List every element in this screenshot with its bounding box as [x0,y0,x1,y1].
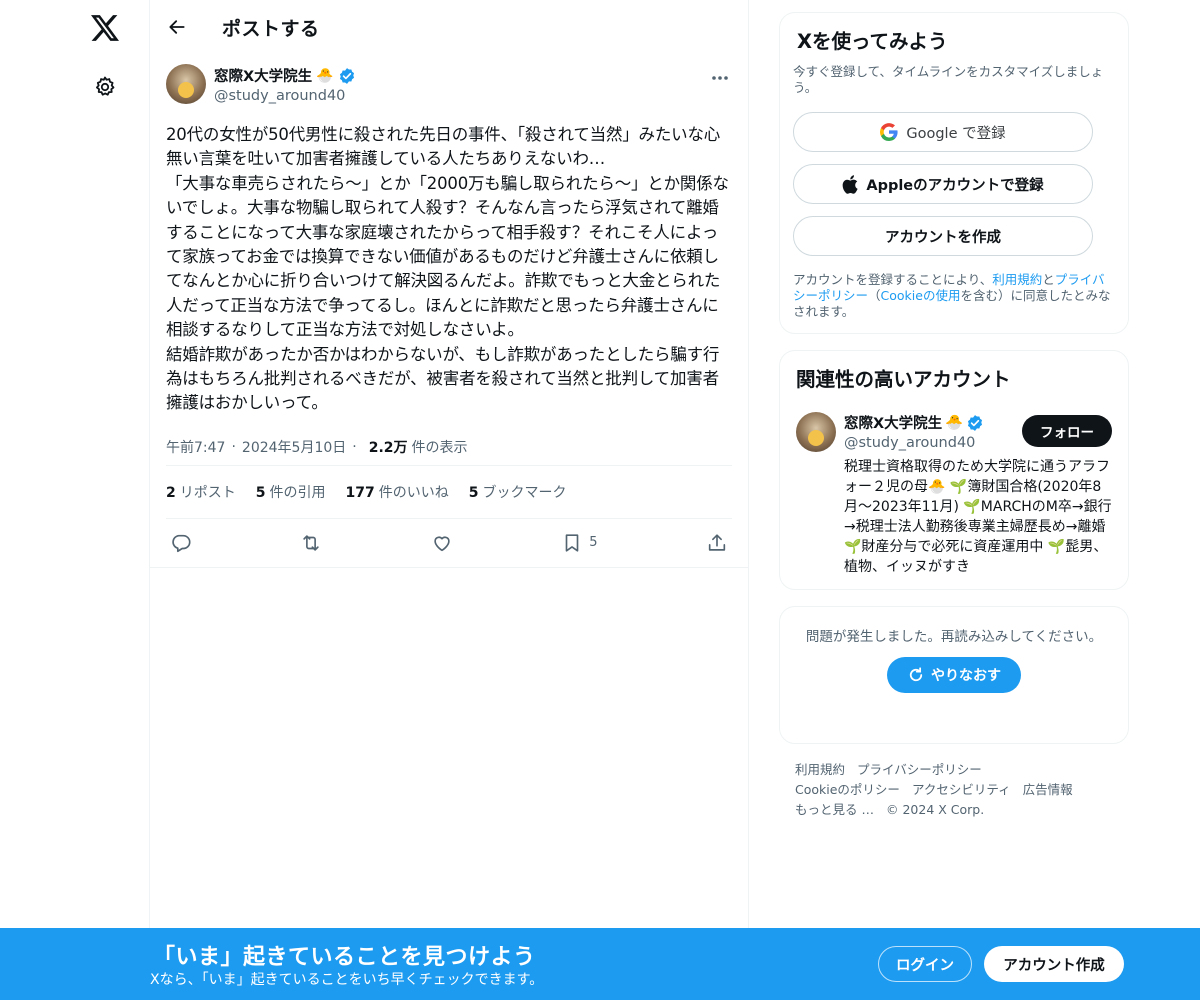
heart-icon [434,536,450,552]
author-block: 窓際X大学院生 🐣 @study_around40 [214,65,356,104]
separator-dot: · [231,439,236,456]
footer-links: 利用規約 プライバシーポリシー Cookieのポリシー アクセシビリティ 広告情報 も… [779,760,1129,820]
footer-copyright: © 2024 X Corp. [885,802,985,817]
reply-button[interactable] [170,532,192,554]
signup-subtitle: 今すぐ登録して、タイムラインをカスタマイズしましょう。 [793,64,1104,95]
signup-button[interactable]: アカウント作成 [984,946,1124,982]
google-signup-label: Google で登録 [906,125,1006,142]
author-handle[interactable]: @study_around40 [214,88,356,104]
divider [150,566,748,568]
google-logo-icon [880,123,898,141]
related-accounts-card: 関連性の高いアカウント 窓際X大学院生 🐣 @study_around40 フォ… [779,350,1129,590]
share-icon [708,534,726,551]
related-user-bio: 税理士資格取得のため大学院に通うアラフォー２児の母🐣 🌱簿財国合格(2020年8… [844,459,1112,575]
reposts-stat[interactable]: 2 リポスト [166,482,236,502]
legal-text: と [1042,272,1055,287]
related-title: 関連性の高いアカウント [796,368,1011,391]
error-message: 問題が発生しました。再読み込みしてください。 [805,629,1103,645]
error-card: 問題が発生しました。再読み込みしてください。 やりなおす [779,606,1129,744]
footer-ads-link[interactable]: 広告情報 [1023,782,1073,797]
footer-more-link[interactable]: もっと見る … [795,802,874,817]
legal-notice: アカウントを登録することにより、利用規約とプライバシーポリシー（Cookieの使… [793,272,1115,320]
post-header: 窓際X大学院生 🐣 @study_around40 [166,64,732,108]
views-count: 2.2万 [368,440,408,457]
apple-signup-label: Appleのアカウントで登録 [866,177,1044,194]
post-date[interactable]: 2024年5月10日 [242,437,346,457]
legal-text: （ [868,288,881,303]
chick-emoji-icon: 🐣 [945,415,964,431]
bookmark-button[interactable]: 5 [561,532,598,554]
right-sidebar: Xを使ってみよう 今すぐ登録して、タイムラインをカスタマイズしましょう。 Goo… [779,12,1129,820]
post-time[interactable]: 午前7:47 [166,437,225,457]
footer-cookie-link[interactable]: Cookieのポリシー [795,782,900,797]
create-account-label: アカウントを作成 [885,229,1001,246]
likes-stat[interactable]: 177 件のいいね [346,482,449,502]
author-name[interactable]: 窓際X大学院生 [214,65,312,86]
apple-signup-button[interactable]: Appleのアカウントで登録 [793,164,1093,204]
like-button[interactable] [431,532,453,554]
reply-icon [172,534,191,552]
verified-badge-icon [968,414,983,431]
bookmark-count: 5 [589,535,598,551]
footer-terms-link[interactable]: 利用規約 [795,762,845,777]
legal-text: アカウントを登録することにより、 [793,272,993,287]
bottom-bar-title: 「いま」起きていることを見つけよう [153,945,536,970]
back-arrow-icon[interactable] [164,14,190,40]
related-user-handle[interactable]: @study_around40 [844,435,984,451]
views-label: 件の表示 [411,440,468,457]
x-logo-icon[interactable] [89,12,121,44]
signup-card: Xを使ってみよう 今すぐ登録して、タイムラインをカスタマイズしましょう。 Goo… [779,12,1129,334]
apple-logo-icon [842,174,858,194]
chick-emoji-icon: 🐣 [316,67,334,84]
signup-title: Xを使ってみよう [797,30,948,53]
page-header: ポストする [150,0,748,54]
post-text: 20代の女性が50代男性に殺された先日の事件、「殺されて当然」みたいな心無い言葉… [166,125,729,413]
bookmark-icon [565,534,579,552]
login-button[interactable]: ログイン [878,946,972,982]
avatar[interactable] [166,64,206,104]
left-nav [0,0,150,1000]
bookmarks-stat[interactable]: 5 ブックマーク [469,482,567,502]
page-title: ポストする [222,17,320,40]
separator-dot: · [352,439,357,456]
more-options-icon[interactable] [708,68,732,88]
terms-link[interactable]: 利用規約 [992,272,1042,287]
refresh-icon [909,667,923,682]
cookie-link[interactable]: Cookieの使用 [881,288,961,303]
create-account-button[interactable]: アカウントを作成 [793,216,1093,256]
post-actions: 5 [166,519,732,567]
gear-icon[interactable] [90,72,120,102]
follow-button[interactable]: フォロー [1022,415,1112,447]
post: 窓際X大学院生 🐣 @study_around40 20代の女性が50代男性に殺… [150,54,748,567]
share-button[interactable] [706,532,728,554]
post-meta: 午前7:47 · 2024年5月10日 · 2.2万 件の表示 [166,430,732,466]
quotes-stat[interactable]: 5 件の引用 [256,482,326,502]
main-column: ポストする 窓際X大学院生 🐣 @study_around40 20代の女性が5… [150,0,749,1000]
repost-button[interactable] [300,532,322,554]
related-user-name[interactable]: 窓際X大学院生 [844,412,942,433]
footer-accessibility-link[interactable]: アクセシビリティ [912,782,1011,797]
related-user: 窓際X大学院生 🐣 @study_around40 フォロー 税理士資格取得のた… [796,412,1112,577]
retry-button[interactable]: やりなおす [887,657,1021,693]
bottom-signup-bar: 「いま」起きていることを見つけよう Xなら、「いま」起きていることをいち早くチェ… [0,928,1200,1000]
engagement-stats: 2 リポスト 5 件の引用 177 件のいいね 5 ブックマーク [166,466,732,519]
avatar[interactable] [796,412,836,452]
google-signup-button[interactable]: Google で登録 [793,112,1093,152]
footer-privacy-link[interactable]: プライバシーポリシー [857,762,982,777]
verified-badge-icon [339,67,354,84]
repost-icon [303,535,320,551]
bottom-bar-subtitle: Xなら、「いま」起きていることをいち早くチェックできます。 [150,972,544,988]
retry-label: やりなおす [931,668,1001,684]
